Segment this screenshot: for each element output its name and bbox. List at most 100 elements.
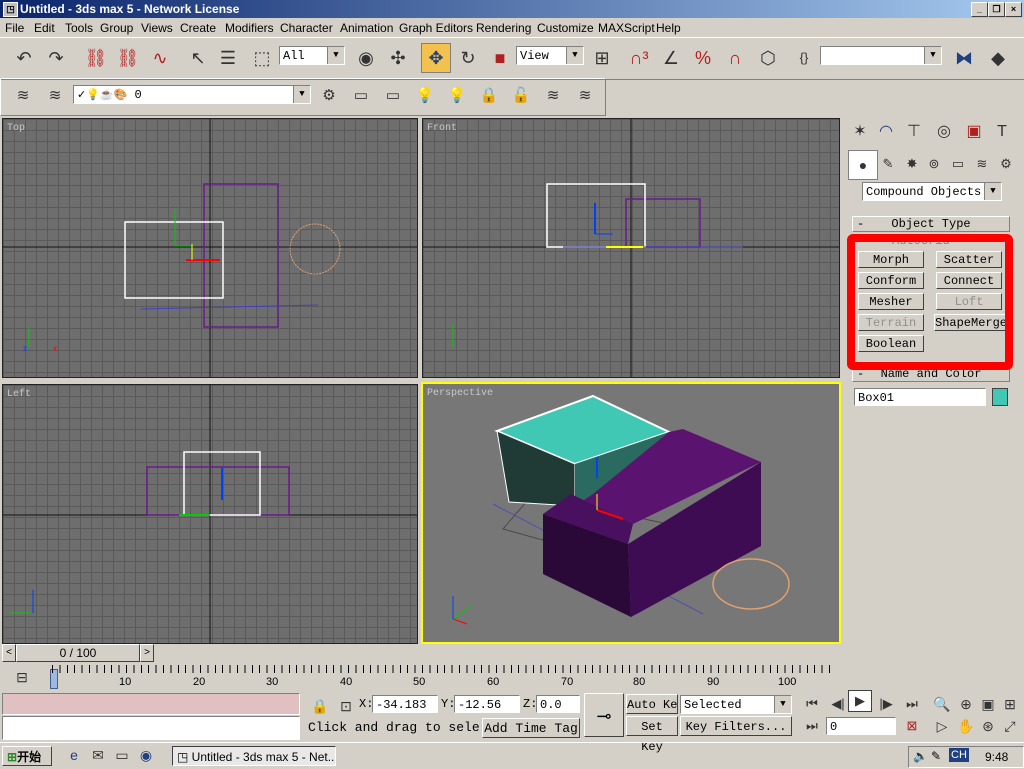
ie-quicklaunch-icon[interactable]: e [64,743,84,767]
snaps-toggle-icon[interactable]: ∩³ [625,44,653,72]
layer-properties-icon[interactable]: ≋ [539,82,567,110]
set-key-button[interactable]: Set Key [626,716,678,754]
play-icon[interactable]: ▶ [848,690,872,712]
hierarchy-tab-icon[interactable]: ⊤ [900,118,928,146]
unlink-selection-icon[interactable]: ⛓ [114,44,142,72]
absolute-mode-icon[interactable]: ⊡ [332,692,360,720]
menu-views[interactable]: Views [141,21,173,35]
menu-character[interactable]: Character [280,21,333,35]
minimize-button[interactable]: _ [971,2,988,17]
key-mode-toggle-icon[interactable]: ⏭ [798,712,826,740]
current-frame-input[interactable]: 0 [826,717,896,735]
close-button[interactable]: × [1005,2,1022,17]
auto-key-button[interactable]: Auto Key [626,694,678,714]
select-object-icon[interactable]: ↖ [184,44,212,72]
select-by-name-icon[interactable]: ☰ [214,44,242,72]
maxscript-output-mini[interactable] [2,716,300,740]
y-coord-input[interactable]: -12.56 [454,695,520,713]
bind-space-warp-icon[interactable]: ∿ [146,44,174,72]
start-button[interactable]: ⊞开始 [2,746,52,766]
reference-coordinate-dropdown[interactable]: View ▼ [516,46,584,65]
create-layer-icon[interactable]: ⚙ [315,82,343,110]
set-key-big-button[interactable]: ⊸ [584,693,624,737]
time-configuration-icon[interactable]: ⊠ [898,712,926,740]
menu-group[interactable]: Group [100,21,133,35]
next-frame-icon[interactable]: |▶ [872,690,900,718]
prev-frame-arrow-icon[interactable]: < [2,644,16,662]
object-color-swatch[interactable] [992,388,1008,406]
select-region-icon[interactable]: ✣ [384,44,412,72]
object-name-input[interactable]: Box01 [854,388,986,406]
layer-stack-icon[interactable]: ≋ [571,82,599,110]
motion-tab-icon[interactable]: ◎ [930,118,958,146]
menu-maxscript[interactable]: MAXScript [598,21,655,35]
layer-list-icon[interactable]: ≋ [41,82,69,110]
light-on-icon[interactable]: 💡 [443,82,471,110]
select-layer-icon[interactable]: ▭ [379,82,407,110]
menu-animation[interactable]: Animation [340,21,393,35]
key-filters-button[interactable]: Key Filters... [680,716,792,736]
menu-customize[interactable]: Customize [537,21,594,35]
maxscript-listener-mini[interactable] [2,693,300,715]
use-pivot-center-icon[interactable]: ⊞ [588,44,616,72]
rollout-object-type[interactable]: - Object Type [852,216,1010,232]
light-off-icon[interactable]: 💡 [411,82,439,110]
viewport-front[interactable]: Front [422,118,840,378]
key-mode-dropdown[interactable]: Selected ▼ [680,695,792,714]
max-app-icon[interactable]: ◳ [3,2,18,17]
display-tab-icon[interactable]: ▣ [960,118,988,146]
select-and-link-icon[interactable]: ⛓ [82,44,110,72]
create-tab-icon[interactable]: ✶ [846,118,874,146]
percent-snap-icon[interactable]: % [689,44,717,72]
align-icon[interactable]: ◆ [984,44,1012,72]
select-and-move-icon[interactable]: ✥ [421,43,451,73]
select-and-rotate-icon[interactable]: ↻ [454,44,482,72]
menu-rendering[interactable]: Rendering [476,21,531,35]
desktop-quicklaunch-icon[interactable]: ▭ [112,743,132,767]
add-to-layer-icon[interactable]: ▭ [347,82,375,110]
mirror-icon[interactable]: ⧓ [950,44,978,72]
z-coord-input[interactable]: 0.0 [536,695,580,713]
input-method-icon[interactable]: ✎ [931,749,941,763]
utilities-tab-icon[interactable]: T [988,118,1016,146]
spinner-snap-icon[interactable]: ∩ [721,44,749,72]
add-time-tag-button[interactable]: Add Time Tag [482,718,580,738]
outlook-quicklaunch-icon[interactable]: ✉ [88,743,108,767]
menu-edit[interactable]: Edit [34,21,55,35]
named-selection-sets-dropdown[interactable]: ▼ [820,46,942,65]
x-coord-input[interactable]: -34.183 [372,695,438,713]
menu-help[interactable]: Help [656,21,681,35]
menu-file[interactable]: File [5,21,24,35]
menu-tools[interactable]: Tools [65,21,93,35]
track-bar[interactable]: ⊟ 10 20 30 40 50 60 70 80 90 100 [0,663,1024,691]
volume-icon[interactable]: 🔈 [913,749,928,763]
menu-graph-editors[interactable]: Graph Editors [399,21,473,35]
messenger-quicklaunch-icon[interactable]: ◉ [136,743,156,767]
layer-dropdown[interactable]: ✓💡☕🎨 0 ▼ [73,85,311,104]
systems-category-icon[interactable]: ⚙ [992,150,1020,178]
select-and-manipulate-icon[interactable]: ◉ [352,44,380,72]
maximize-viewport-icon[interactable]: ⤢ [996,712,1024,740]
named-selection-sets-icon[interactable]: {} [790,44,818,72]
edit-named-selection-icon[interactable]: ⬡ [754,44,782,72]
selection-lock-icon[interactable]: 🔒 [306,692,334,720]
modify-tab-icon[interactable]: ◠ [872,118,900,146]
time-slider-thumb[interactable]: 0 / 100 [16,644,140,662]
unlock-icon[interactable]: 🔓 [507,82,535,110]
next-frame-arrow-icon[interactable]: > [140,644,154,662]
layer-manager-icon[interactable]: ≋ [9,82,37,110]
category-dropdown[interactable]: Compound Objects ▼ [862,182,1002,201]
redo-icon[interactable]: ↷ [42,44,70,72]
language-indicator[interactable]: CH [949,748,969,762]
lock-icon[interactable]: 🔒 [475,82,503,110]
rectangular-selection-icon[interactable]: ⬚ [248,44,276,72]
angle-snap-icon[interactable]: ∠ [657,44,685,72]
restore-button[interactable]: ❐ [988,2,1005,17]
selection-filter-dropdown[interactable]: All ▼ [279,46,345,65]
viewport-perspective[interactable]: Perspective [421,382,841,644]
open-mini-curve-editor-icon[interactable]: ⊟ [8,663,36,691]
time-slider[interactable]: < 0 / 100 > [0,644,840,662]
menu-modifiers[interactable]: Modifiers [225,21,274,35]
viewport-top[interactable]: Top z x [2,118,418,378]
undo-icon[interactable]: ↶ [10,44,38,72]
